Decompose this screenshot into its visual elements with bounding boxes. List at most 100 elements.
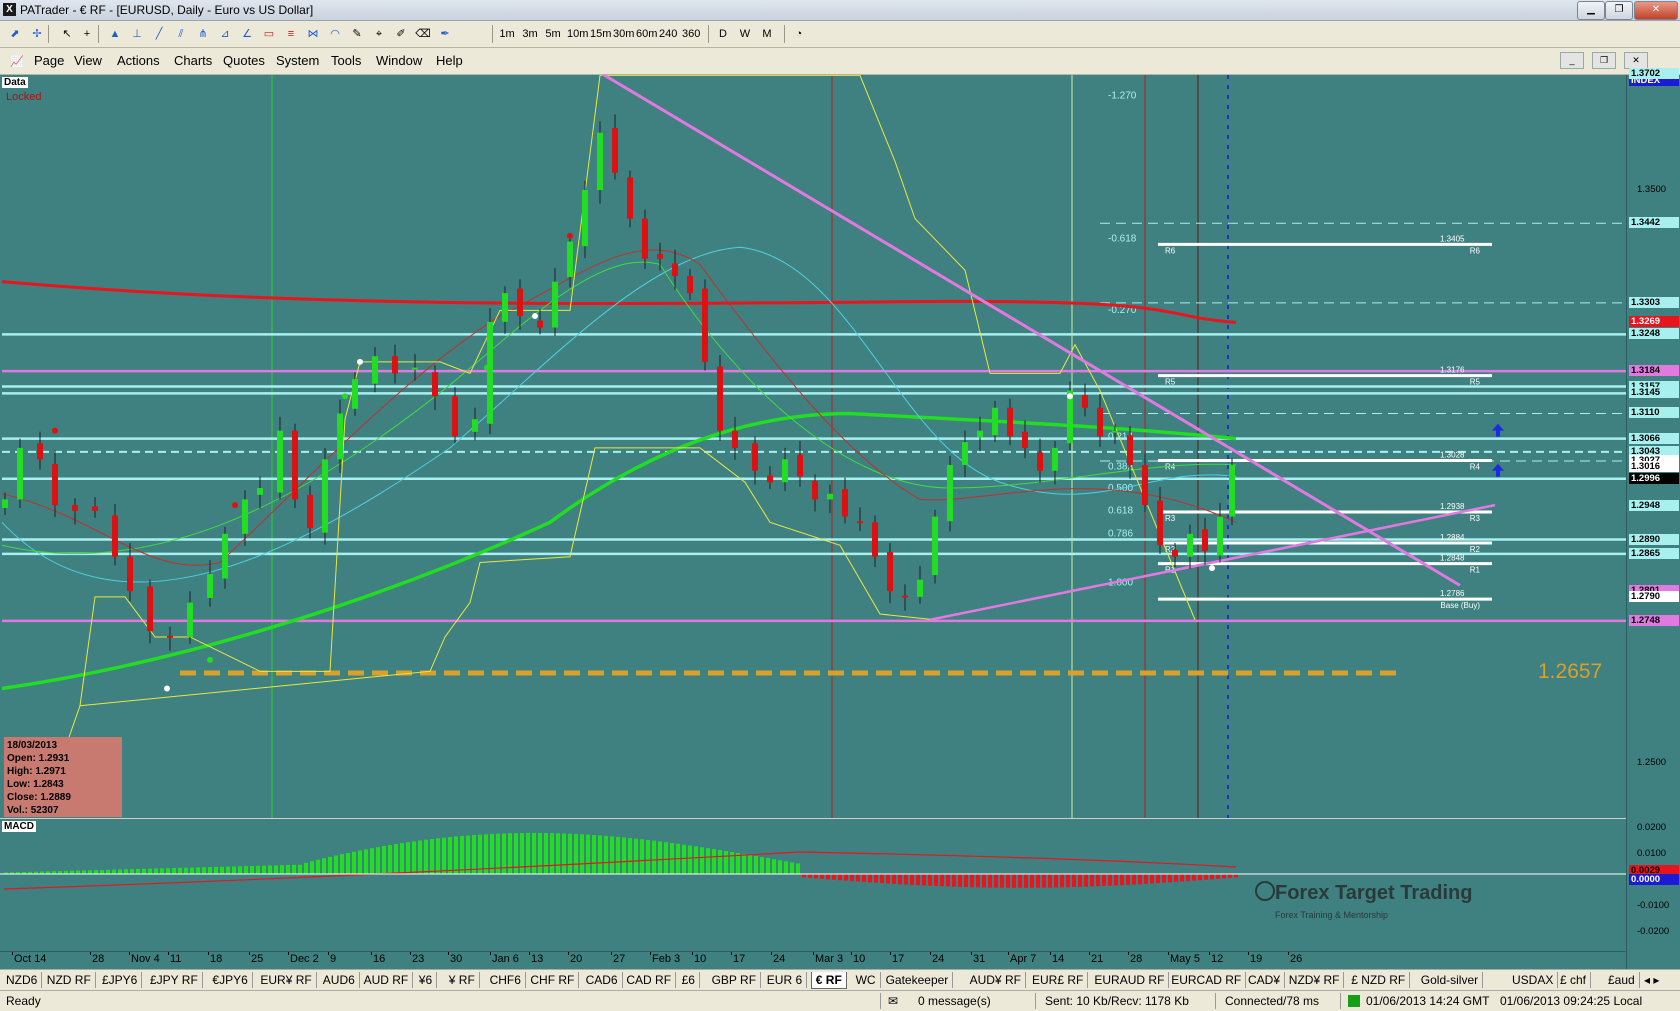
price-chart[interactable]: -1.270 -0.618 -0.270 0.214 0.382 0.500 0.618 0.…: [0, 75, 1626, 818]
menu-item[interactable]: System: [276, 53, 319, 68]
symbol-tab[interactable]: CHF6: [486, 972, 526, 988]
clock-icon[interactable]: ◔: [790, 24, 808, 44]
symbol-tab[interactable]: AUD¥ RF: [966, 972, 1026, 988]
macd-positive-bar: [274, 865, 278, 874]
chart-icon[interactable]: 📈: [8, 52, 26, 72]
channel-icon[interactable]: ⫽: [172, 24, 190, 44]
macd-positive-bar: [652, 840, 656, 874]
symbol-tab[interactable]: AUD6: [319, 972, 360, 988]
time-axis-tick: [208, 952, 209, 955]
macd-positive-bar: [778, 860, 782, 874]
period-button[interactable]: M: [758, 24, 776, 44]
rectangle-icon[interactable]: ▭: [260, 24, 278, 44]
symbol-tab[interactable]: € RF: [810, 972, 847, 989]
symbol-tab[interactable]: USDAX: [1508, 972, 1559, 988]
symbol-tab[interactable]: £aud: [1604, 972, 1640, 988]
symbol-tab[interactable]: CAD RF: [622, 972, 677, 988]
timeframe-button[interactable]: 5m: [544, 24, 562, 44]
menu-item[interactable]: View: [74, 53, 102, 68]
mdi-minimize-icon[interactable]: _: [1560, 52, 1584, 69]
symbol-tab[interactable]: NZD RF: [43, 972, 96, 988]
timeframe-button[interactable]: 3m: [521, 24, 539, 44]
gann-icon[interactable]: ⊿: [216, 24, 234, 44]
pointer-icon[interactable]: ↖: [58, 24, 76, 44]
cursor-icon[interactable]: ⬈: [6, 24, 24, 44]
menu-item[interactable]: Quotes: [223, 53, 265, 68]
menu-item[interactable]: Window: [376, 53, 422, 68]
macd-positive-bar: [340, 854, 344, 874]
symbol-tab[interactable]: £JPY RF: [146, 972, 203, 988]
time-axis-tick: [890, 952, 891, 955]
symbol-tab[interactable]: ¥6: [415, 972, 438, 988]
symbol-tab[interactable]: Gatekeeper: [882, 972, 954, 988]
period-button[interactable]: W: [736, 24, 754, 44]
fib-icon[interactable]: ▲: [106, 24, 124, 44]
symbol-tab[interactable]: £6: [678, 972, 700, 988]
timeframe-button[interactable]: 60m: [636, 24, 657, 44]
symbol-tab[interactable]: CHF RF: [526, 972, 580, 988]
symbol-tab[interactable]: £ chf: [1556, 972, 1592, 988]
timeframe-button[interactable]: 240: [659, 24, 677, 44]
tab-scroll-arrows-icon[interactable]: ◂ ▸: [1640, 972, 1663, 988]
symbol-tab[interactable]: Gold-silver: [1417, 972, 1484, 988]
restore-icon[interactable]: ❐: [1605, 1, 1633, 20]
timeframe-button[interactable]: 15m: [590, 24, 611, 44]
measure-icon[interactable]: ⌖: [370, 24, 388, 44]
menu-item[interactable]: Help: [436, 53, 463, 68]
bearish-candle: [147, 586, 153, 632]
symbol-tab[interactable]: AUD RF: [360, 972, 414, 988]
macd-positive-bar: [568, 833, 572, 874]
symbol-tab[interactable]: WC: [852, 972, 881, 988]
timeframe-button[interactable]: 1m: [498, 24, 516, 44]
text-icon[interactable]: ✒: [436, 24, 454, 44]
macd-negative-bar: [1186, 874, 1190, 882]
mail-icon[interactable]: ✉: [888, 994, 898, 1008]
symbol-tab[interactable]: CAD¥: [1244, 972, 1286, 988]
symbol-tab[interactable]: ¥ RF: [445, 972, 480, 988]
close-icon[interactable]: ✕: [1634, 1, 1678, 20]
brush-icon[interactable]: ✐: [392, 24, 410, 44]
symbol-tab[interactable]: EURCAD RF: [1167, 972, 1247, 988]
menu-item[interactable]: Actions: [117, 53, 160, 68]
symbol-tab[interactable]: £JPY6: [98, 972, 143, 988]
symbol-tab[interactable]: NZD6: [2, 972, 43, 988]
period-button[interactable]: D: [714, 24, 732, 44]
angle-icon[interactable]: ∠: [238, 24, 256, 44]
mdi-restore-icon[interactable]: ❐: [1592, 52, 1616, 69]
menu-item[interactable]: Page: [34, 53, 64, 68]
trendline-icon[interactable]: ╱: [150, 24, 168, 44]
symbol-tab[interactable]: EUR¥ RF: [256, 972, 317, 988]
symbol-tab[interactable]: GBP RF: [708, 972, 762, 988]
hline-icon[interactable]: ⊥: [128, 24, 146, 44]
macd-positive-bar: [184, 867, 188, 874]
eraser-icon[interactable]: ⌫: [414, 24, 432, 44]
symbol-tab[interactable]: €JPY6: [208, 972, 253, 988]
pencil-icon[interactable]: ✎: [348, 24, 366, 44]
status-messages[interactable]: 0 message(s): [918, 994, 991, 1008]
timeframe-button[interactable]: 30m: [613, 24, 634, 44]
plus-icon[interactable]: +: [78, 24, 96, 44]
ellipse-icon[interactable]: ≡: [282, 24, 300, 44]
bullish-candle: [337, 413, 343, 460]
symbol-tab[interactable]: EUR 6: [763, 972, 808, 988]
crosshair-icon[interactable]: ✢: [28, 24, 46, 44]
symbol-tab[interactable]: EUR£ RF: [1028, 972, 1089, 988]
time-axis-label: May 5: [1170, 953, 1200, 965]
menu-item[interactable]: Charts: [174, 53, 212, 68]
macd-positive-bar: [364, 849, 368, 874]
symbol-tab[interactable]: EURAUD RF: [1090, 972, 1170, 988]
macd-positive-bar: [694, 846, 698, 874]
timeframe-button[interactable]: 360: [682, 24, 700, 44]
timeframe-button[interactable]: 10m: [567, 24, 588, 44]
arc-icon[interactable]: ◠: [326, 24, 344, 44]
symbol-tab[interactable]: NZD¥ RF: [1285, 972, 1345, 988]
symbol-tab[interactable]: £ NZD RF: [1347, 972, 1411, 988]
pitchfork-icon[interactable]: ⋔: [194, 24, 212, 44]
bearish-candle: [307, 494, 313, 529]
menu-item[interactable]: Tools: [331, 53, 361, 68]
mdi-close-icon[interactable]: ✕: [1624, 52, 1648, 69]
symbol-tab[interactable]: CAD6: [582, 972, 623, 988]
cycle-icon[interactable]: ⋈: [304, 24, 322, 44]
locked-label: Locked: [6, 91, 42, 103]
minimize-icon[interactable]: ▁: [1577, 1, 1605, 20]
